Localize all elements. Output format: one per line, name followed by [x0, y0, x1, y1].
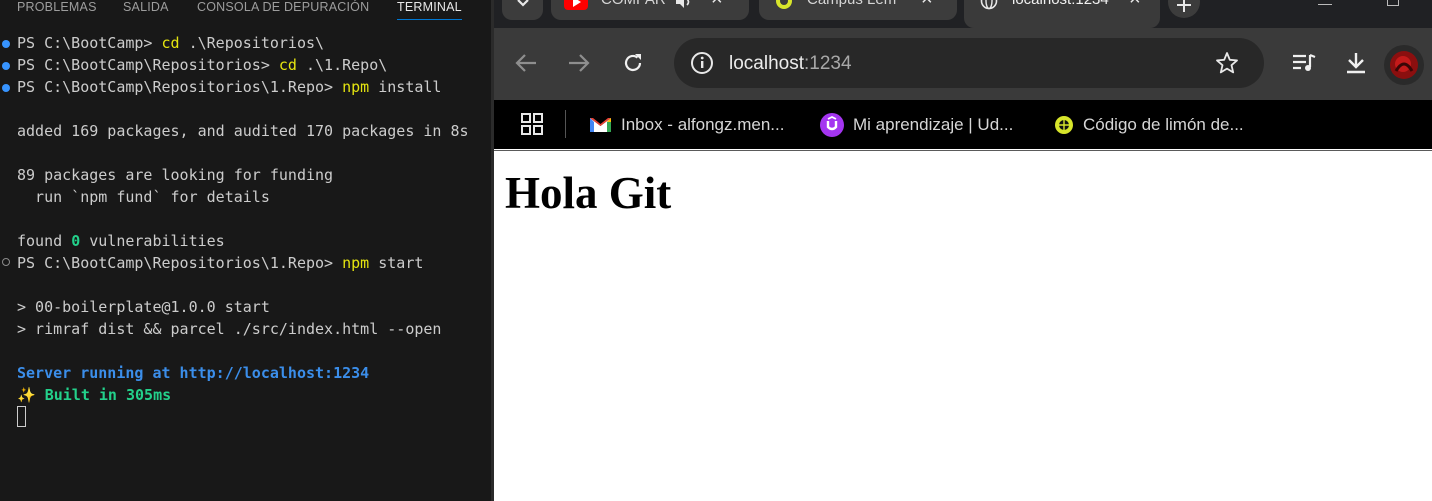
downloads-button[interactable] [1340, 47, 1372, 79]
bookmarks-separator [565, 110, 566, 138]
terminal-line: 89 packages are looking for funding [17, 166, 334, 184]
udemy-icon [820, 112, 844, 137]
server-url-line[interactable]: Server running at http://localhost:1234 [17, 362, 369, 384]
reload-button[interactable] [617, 47, 649, 79]
audio-playing-icon[interactable] [675, 0, 693, 9]
page-heading: Hola Git [505, 168, 672, 218]
globe-icon [980, 0, 998, 10]
browser-toolbar: localhost:1234 [494, 28, 1432, 100]
terminal-line: PS C:\BootCamp> cd .\Repositorios\ [17, 34, 325, 52]
bookmark-label: Inbox - alfongz.men... [621, 114, 785, 134]
maximize-button[interactable] [1387, 0, 1399, 6]
tab-terminal[interactable]: TERMINAL [397, 0, 462, 20]
apps-button[interactable] [521, 113, 543, 139]
terminal-line: PS C:\BootCamp\Repositorios\1.Repo> npm … [17, 78, 442, 96]
back-button[interactable] [510, 47, 542, 79]
url-text[interactable]: localhost:1234 [729, 53, 852, 75]
tab-localhost[interactable]: localhost:1234 × [964, 0, 1160, 28]
page-viewport[interactable]: Hola Git [494, 150, 1432, 501]
tab-youtube[interactable]: COMPAR × [551, 0, 749, 20]
media-control-button[interactable] [1288, 47, 1320, 79]
bookmark-label: Mi aprendizaje | Ud... [853, 114, 1014, 134]
star-icon[interactable] [1215, 51, 1239, 75]
tab-search-button[interactable] [502, 0, 543, 20]
tab-problems[interactable]: PROBLEMAS [17, 0, 97, 14]
terminal-line: > 00-boilerplate@1.0.0 start [17, 298, 270, 316]
terminal-line: added 169 packages, and audited 170 pack… [17, 122, 469, 140]
bookmark-label: Código de limón de... [1083, 114, 1244, 134]
lemon-icon [1054, 115, 1074, 135]
tab-title: Campus Lem [807, 0, 896, 8]
build-status-line: ✨ Built in 305ms [17, 386, 172, 404]
minimize-button[interactable] [1318, 0, 1332, 5]
terminal-line: found 0 vulnerabilities [17, 232, 225, 250]
youtube-icon [564, 0, 588, 10]
tab-title: COMPAR [601, 0, 666, 8]
terminal-line: run `npm fund` for details [17, 188, 270, 206]
command-success-decoration[interactable] [2, 84, 10, 92]
lemon-icon [776, 0, 792, 9]
bookmark-inbox[interactable]: Inbox - alfongz.men... [589, 100, 784, 149]
terminal-cursor [17, 406, 26, 427]
command-success-decoration[interactable] [2, 40, 10, 48]
download-icon [1347, 53, 1365, 74]
arrow-left-icon [515, 54, 536, 72]
plus-icon [1177, 0, 1191, 12]
bookmark-udemy[interactable]: Mi aprendizaje | Ud... [820, 100, 1013, 149]
playlist-icon [1293, 53, 1316, 71]
close-icon[interactable]: × [1129, 0, 1141, 11]
chevron-down-icon [517, 0, 529, 7]
panel-tab-bar: PROBLEMAS SALIDA CONSOLA DE DEPURACIÓN T… [0, 0, 491, 22]
tab-strip: COMPAR × Campus Lem × localhost:1234 × [494, 0, 1432, 28]
terminal-line: PS C:\BootCamp\Repositorios\1.Repo> npm … [17, 254, 424, 272]
avatar-icon [1390, 51, 1418, 79]
vscode-terminal-panel: PROBLEMAS SALIDA CONSOLA DE DEPURACIÓN T… [0, 0, 491, 501]
tab-title: localhost:1234 [1012, 0, 1109, 8]
close-icon[interactable]: × [921, 0, 933, 11]
profile-avatar[interactable] [1384, 45, 1424, 85]
tab-campus[interactable]: Campus Lem × [759, 0, 957, 20]
chrome-window: COMPAR × Campus Lem × localhost:1234 × [494, 0, 1432, 501]
tab-debug-console[interactable]: CONSOLA DE DEPURACIÓN [197, 0, 369, 14]
forward-button[interactable] [563, 47, 595, 79]
terminal-output[interactable]: PS C:\BootCamp> cd .\Repositorios\ PS C:… [0, 32, 491, 501]
site-info-icon[interactable] [690, 51, 714, 75]
bookmark-lemon-code[interactable]: Código de limón de... [1054, 100, 1244, 149]
terminal-line: > rimraf dist && parcel ./src/index.html… [17, 320, 442, 338]
address-bar[interactable]: localhost:1234 [674, 38, 1264, 88]
reload-icon [624, 54, 642, 72]
new-tab-button[interactable] [1168, 0, 1200, 18]
gmail-icon [589, 116, 612, 133]
command-success-decoration[interactable] [2, 62, 10, 70]
apps-grid-icon [521, 113, 543, 135]
bookmarks-bar: Inbox - alfongz.men... Mi aprendizaje | … [494, 100, 1432, 149]
command-running-decoration[interactable] [2, 258, 10, 266]
terminal-line: PS C:\BootCamp\Repositorios> cd .\1.Repo… [17, 56, 388, 74]
tab-output[interactable]: SALIDA [123, 0, 169, 14]
arrow-right-icon [569, 54, 590, 72]
close-icon[interactable]: × [711, 0, 723, 11]
